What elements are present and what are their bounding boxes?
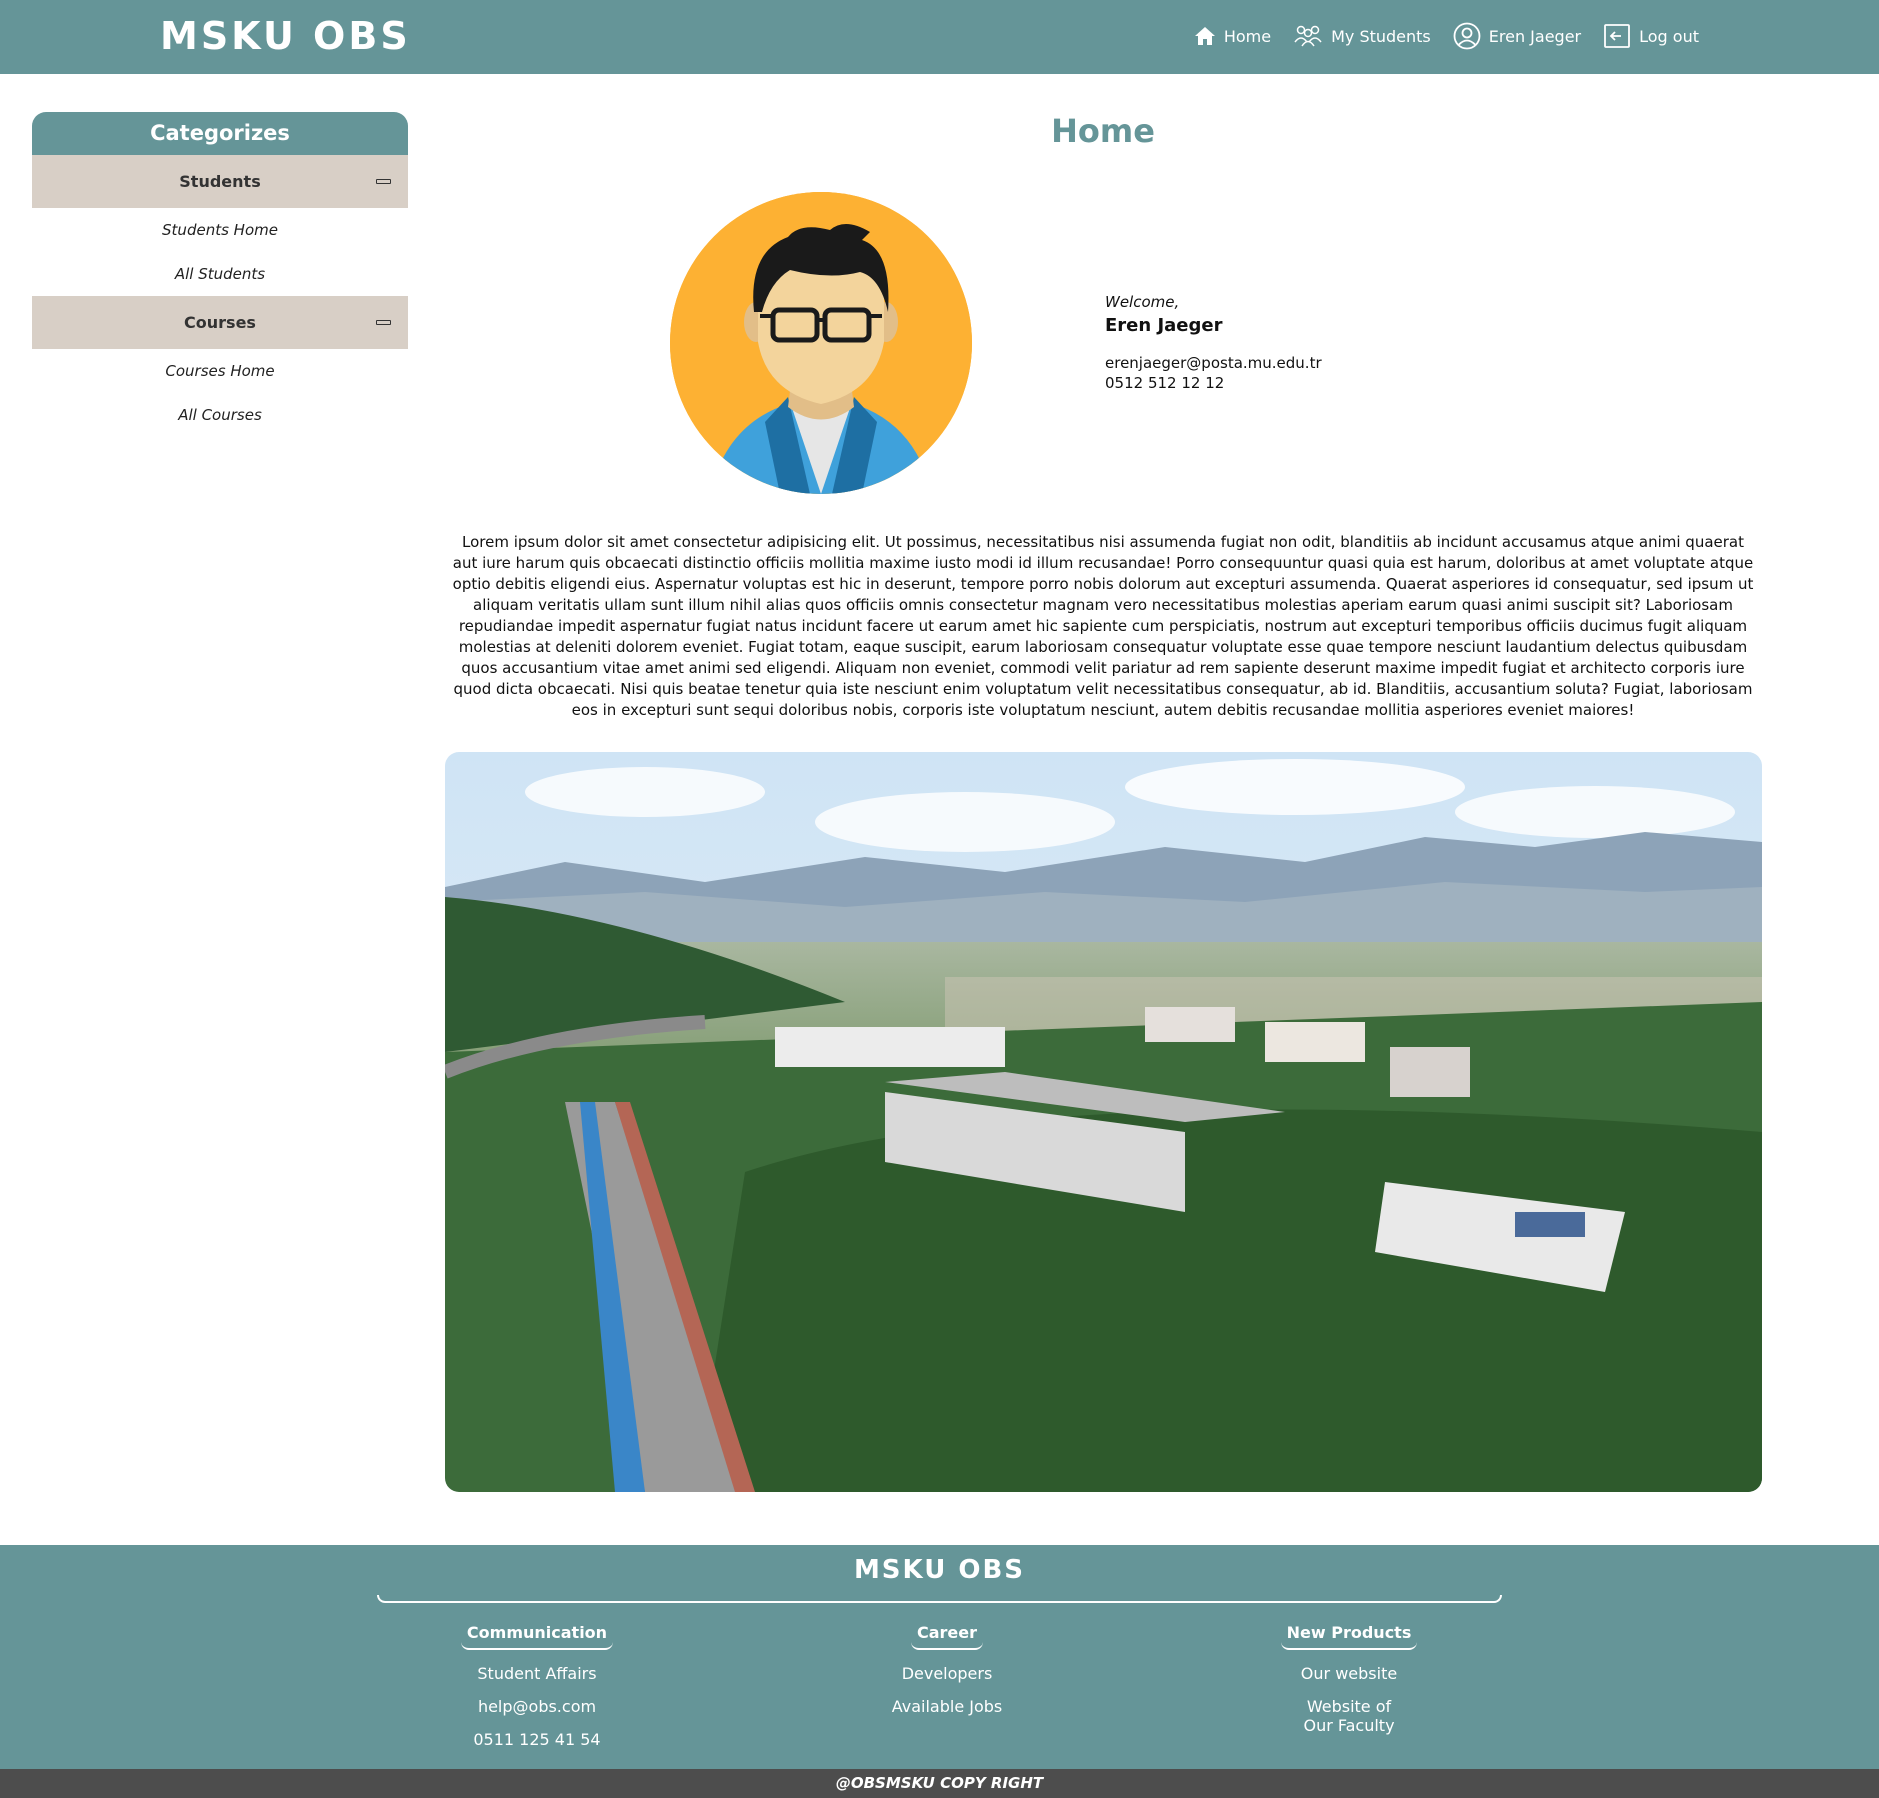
link-courses-home[interactable]: Courses Home — [32, 349, 408, 393]
category-courses-label: Courses — [184, 313, 256, 332]
nav-my-students[interactable]: My Students — [1293, 24, 1431, 48]
campus-aerial-image — [445, 752, 1762, 1492]
footer-col-career: Career Developers Available Jobs — [837, 1623, 1057, 1716]
profile-avatar — [670, 192, 972, 494]
link-students-home[interactable]: Students Home — [32, 208, 408, 252]
user-name: Eren Jaeger — [1105, 315, 1223, 336]
category-students-label: Students — [179, 172, 261, 191]
footer-link[interactable]: help@obs.com — [427, 1697, 647, 1716]
logout-icon — [1604, 24, 1631, 48]
brand-logo[interactable]: MSKU OBS — [160, 14, 411, 58]
link-all-courses[interactable]: All Courses — [32, 393, 408, 437]
collapse-minus-icon[interactable] — [376, 179, 391, 184]
category-courses-header[interactable]: Courses — [32, 296, 408, 349]
category-students-header[interactable]: Students — [32, 155, 408, 208]
nav-user-label: Eren Jaeger — [1488, 26, 1582, 46]
campus-photo-illustration — [445, 752, 1762, 1492]
user-email: erenjaeger@posta.mu.edu.tr — [1105, 354, 1322, 372]
site-footer: MSKU OBS Communication Student Affairs h… — [0, 1545, 1879, 1769]
footer-brand: MSKU OBS — [853, 1555, 1026, 1585]
footer-col-communication: Communication Student Affairs help@obs.c… — [427, 1623, 647, 1749]
user-phone: 0512 512 12 12 — [1105, 374, 1225, 392]
sidebar-title: Categorizes — [32, 112, 408, 155]
nav-logout[interactable]: Log out — [1603, 23, 1699, 49]
page-title: Home — [1051, 112, 1155, 150]
footer-link[interactable]: Available Jobs — [837, 1697, 1057, 1716]
footer-heading: Career — [910, 1623, 984, 1650]
user-circle-icon — [1453, 22, 1481, 50]
nav-my-students-label: My Students — [1331, 26, 1431, 46]
welcome-text: Welcome, — [1105, 293, 1180, 311]
users-icon — [1294, 25, 1322, 47]
footer-link[interactable]: Our website — [1239, 1664, 1459, 1683]
footer-link[interactable]: Website of Our Faculty — [1294, 1697, 1404, 1735]
main-nav: Home My Students Eren Jaeger Log out — [1194, 22, 1699, 50]
nav-home[interactable]: Home — [1194, 26, 1271, 46]
welcome-card: Welcome, Eren Jaeger erenjaeger@posta.mu… — [1105, 293, 1322, 392]
nav-logout-label: Log out — [1639, 26, 1699, 46]
footer-heading: New Products — [1280, 1623, 1418, 1650]
footer-heading: Communication — [460, 1623, 614, 1650]
footer-link[interactable]: Developers — [837, 1664, 1057, 1683]
footer-divider — [377, 1595, 1502, 1603]
intro-paragraph: Lorem ipsum dolor sit amet consectetur a… — [452, 533, 1754, 719]
footer-link[interactable]: Student Affairs — [427, 1664, 647, 1683]
collapse-minus-icon[interactable] — [376, 320, 391, 325]
footer-col-new-products: New Products Our website Website of Our … — [1239, 1623, 1459, 1735]
categories-sidebar: Categorizes Students Students Home All S… — [32, 112, 408, 437]
home-icon — [1194, 27, 1215, 45]
avatar-illustration — [670, 192, 972, 494]
footer-link[interactable]: 0511 125 41 54 — [427, 1730, 647, 1749]
copyright-bar: @OBSMSKU COPY RIGHT — [0, 1769, 1879, 1798]
top-navbar: MSKU OBS Home My Students Eren Jaeger Lo… — [0, 0, 1879, 74]
link-all-students[interactable]: All Students — [32, 252, 408, 296]
nav-user-profile[interactable]: Eren Jaeger — [1453, 22, 1581, 50]
nav-home-label: Home — [1223, 26, 1272, 46]
